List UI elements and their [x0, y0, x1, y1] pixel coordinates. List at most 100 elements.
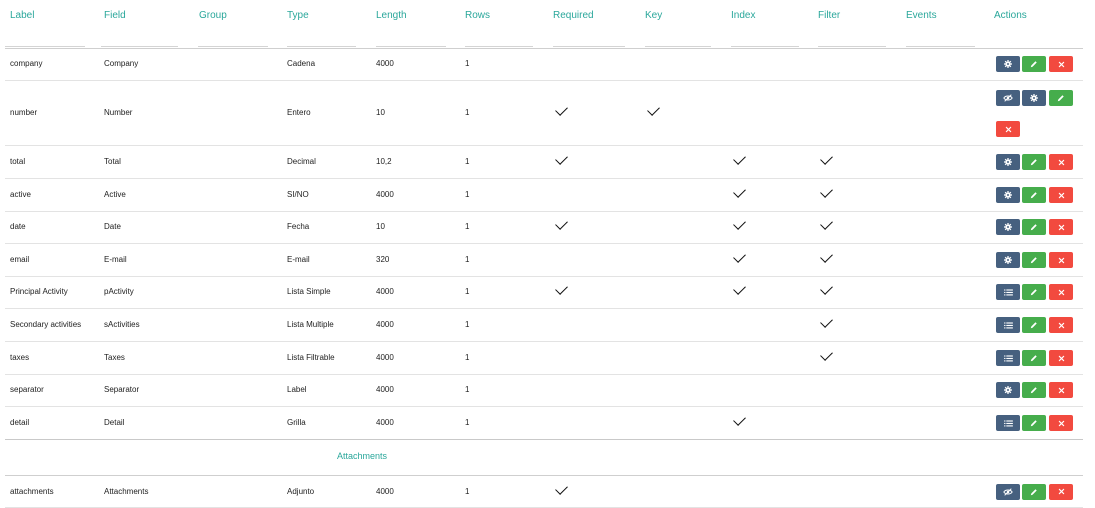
header-filter-underline[interactable]	[287, 46, 356, 47]
settings-button[interactable]	[996, 219, 1020, 235]
header-filter-underline[interactable]	[553, 46, 625, 47]
column-header-length: Length	[376, 10, 407, 21]
close-icon	[1058, 420, 1065, 427]
delete-button[interactable]	[1049, 317, 1073, 333]
close-icon	[1058, 224, 1065, 231]
column-header-group: Group	[199, 10, 227, 21]
settings-button[interactable]	[1022, 90, 1046, 106]
close-icon	[1058, 488, 1065, 495]
pencil-icon	[1030, 488, 1038, 496]
options-list-button[interactable]	[996, 317, 1020, 333]
settings-button[interactable]	[996, 187, 1020, 203]
close-icon	[1058, 159, 1065, 166]
options-list-button[interactable]	[996, 350, 1020, 366]
edit-button[interactable]	[1022, 382, 1046, 398]
table-row	[5, 374, 1083, 407]
cell-rows: 1	[465, 255, 470, 264]
delete-button[interactable]	[1049, 483, 1073, 500]
cell-type: Grilla	[287, 418, 306, 427]
cell-field: Taxes	[104, 353, 125, 362]
edit-button[interactable]	[1022, 284, 1046, 300]
pencil-icon	[1030, 386, 1038, 394]
header-filter-underline[interactable]	[101, 46, 178, 47]
delete-button[interactable]	[1049, 350, 1073, 366]
table-row	[5, 179, 1083, 212]
header-filter-underline[interactable]	[645, 46, 711, 47]
gear-icon	[1004, 60, 1012, 68]
header-filter-underline[interactable]	[198, 46, 268, 47]
edit-button[interactable]	[1022, 252, 1046, 268]
table-row	[5, 211, 1083, 244]
settings-button[interactable]	[996, 382, 1020, 398]
settings-button[interactable]	[996, 252, 1020, 268]
header-filter-underline[interactable]	[906, 46, 975, 47]
cell-length: 4000	[376, 287, 394, 296]
delete-button[interactable]	[1049, 219, 1073, 235]
header-filter-underline[interactable]	[731, 46, 799, 47]
settings-button[interactable]	[996, 154, 1020, 170]
edit-button[interactable]	[1022, 219, 1046, 235]
header-filter-underline[interactable]	[5, 46, 85, 47]
column-header-actions: Actions	[994, 10, 1027, 21]
cell-label: detail	[10, 418, 30, 427]
delete-button[interactable]	[1049, 187, 1073, 203]
options-list-button[interactable]	[996, 284, 1020, 300]
cell-type: Decimal	[287, 157, 316, 166]
cell-rows: 1	[465, 190, 470, 199]
column-header-field: Field	[104, 10, 126, 21]
settings-button[interactable]	[996, 56, 1020, 72]
edit-button[interactable]	[1049, 90, 1073, 106]
column-header-events: Events	[906, 10, 937, 21]
cell-rows: 1	[465, 222, 470, 231]
header-filter-underline[interactable]	[465, 46, 533, 47]
cell-length: 4000	[376, 320, 394, 329]
edit-button[interactable]	[1022, 317, 1046, 333]
gear-icon	[1004, 191, 1012, 199]
cell-label: company	[10, 59, 43, 68]
pencil-icon	[1030, 419, 1038, 427]
list-icon	[1003, 321, 1013, 329]
delete-button[interactable]	[1049, 415, 1073, 431]
pencil-icon	[1030, 321, 1038, 329]
header-filter-underline[interactable]	[818, 46, 886, 47]
cell-rows: 1	[465, 353, 470, 362]
header-filter-underline[interactable]	[376, 46, 446, 47]
delete-button[interactable]	[1049, 154, 1073, 170]
delete-button[interactable]	[996, 121, 1020, 137]
hide-button[interactable]	[996, 483, 1020, 500]
cell-type: Label	[287, 385, 307, 394]
pencil-icon	[1030, 60, 1038, 68]
cell-field: pActivity	[104, 287, 134, 296]
cell-type: SI/NO	[287, 190, 309, 199]
section-title-attachments: Attachments	[337, 451, 388, 461]
table-row	[5, 48, 1083, 81]
edit-button[interactable]	[1022, 56, 1046, 72]
close-icon	[1058, 387, 1065, 394]
edit-button[interactable]	[1022, 350, 1046, 366]
close-icon	[1058, 289, 1065, 296]
cell-length: 4000	[376, 59, 394, 68]
delete-button[interactable]	[1049, 284, 1073, 300]
edit-button[interactable]	[1022, 154, 1046, 170]
edit-button[interactable]	[1022, 415, 1046, 431]
cell-field: Number	[104, 108, 133, 117]
cell-label: date	[10, 222, 26, 231]
close-icon	[1058, 322, 1065, 329]
edit-button[interactable]	[1022, 187, 1046, 203]
cell-length: 4000	[376, 418, 394, 427]
cell-field: sActivities	[104, 320, 140, 329]
delete-button[interactable]	[1049, 382, 1073, 398]
edit-button[interactable]	[1022, 483, 1046, 500]
cell-label: total	[10, 157, 26, 166]
cell-rows: 1	[465, 108, 470, 117]
section-divider	[5, 439, 1083, 440]
cell-type: Adjunto	[287, 486, 315, 496]
cell-label: Principal Activity	[10, 287, 68, 296]
gear-icon	[1004, 158, 1012, 166]
options-list-button[interactable]	[996, 415, 1020, 431]
cell-rows: 1	[465, 385, 470, 394]
hide-button[interactable]	[996, 90, 1020, 106]
delete-button[interactable]	[1049, 56, 1073, 72]
delete-button[interactable]	[1049, 252, 1073, 268]
gear-icon	[1004, 256, 1012, 264]
